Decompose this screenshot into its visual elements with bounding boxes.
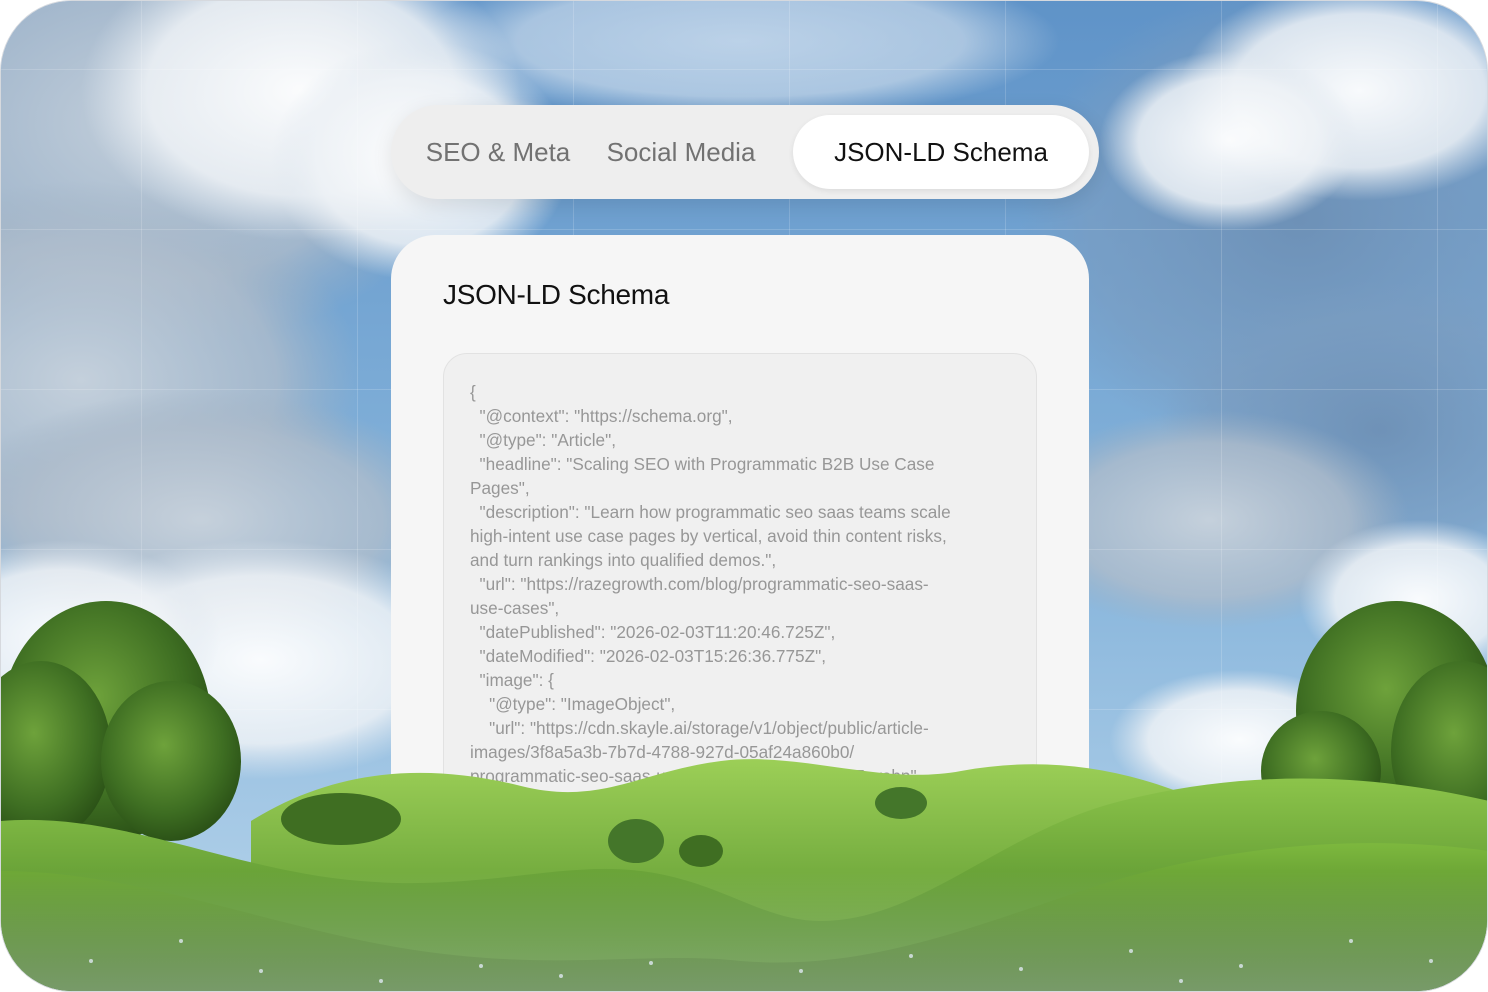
tab-bar: SEO & Meta Social Media JSON-LD Schema [391,105,1099,199]
screenshot-frame: SEO & Meta Social Media JSON-LD Schema J… [0,0,1488,992]
tab-social-media[interactable]: Social Media [591,115,771,189]
tab-json-ld-schema[interactable]: JSON-LD Schema [793,115,1089,189]
tab-seo-meta[interactable]: SEO & Meta [413,115,583,189]
code-box[interactable]: { "@context": "https://schema.org", "@ty… [443,353,1037,873]
card-title: JSON-LD Schema [443,279,670,310]
code-text: { "@context": "https://schema.org", "@ty… [470,382,951,810]
schema-card: JSON-LD Schema { "@context": "https://sc… [391,235,1089,935]
